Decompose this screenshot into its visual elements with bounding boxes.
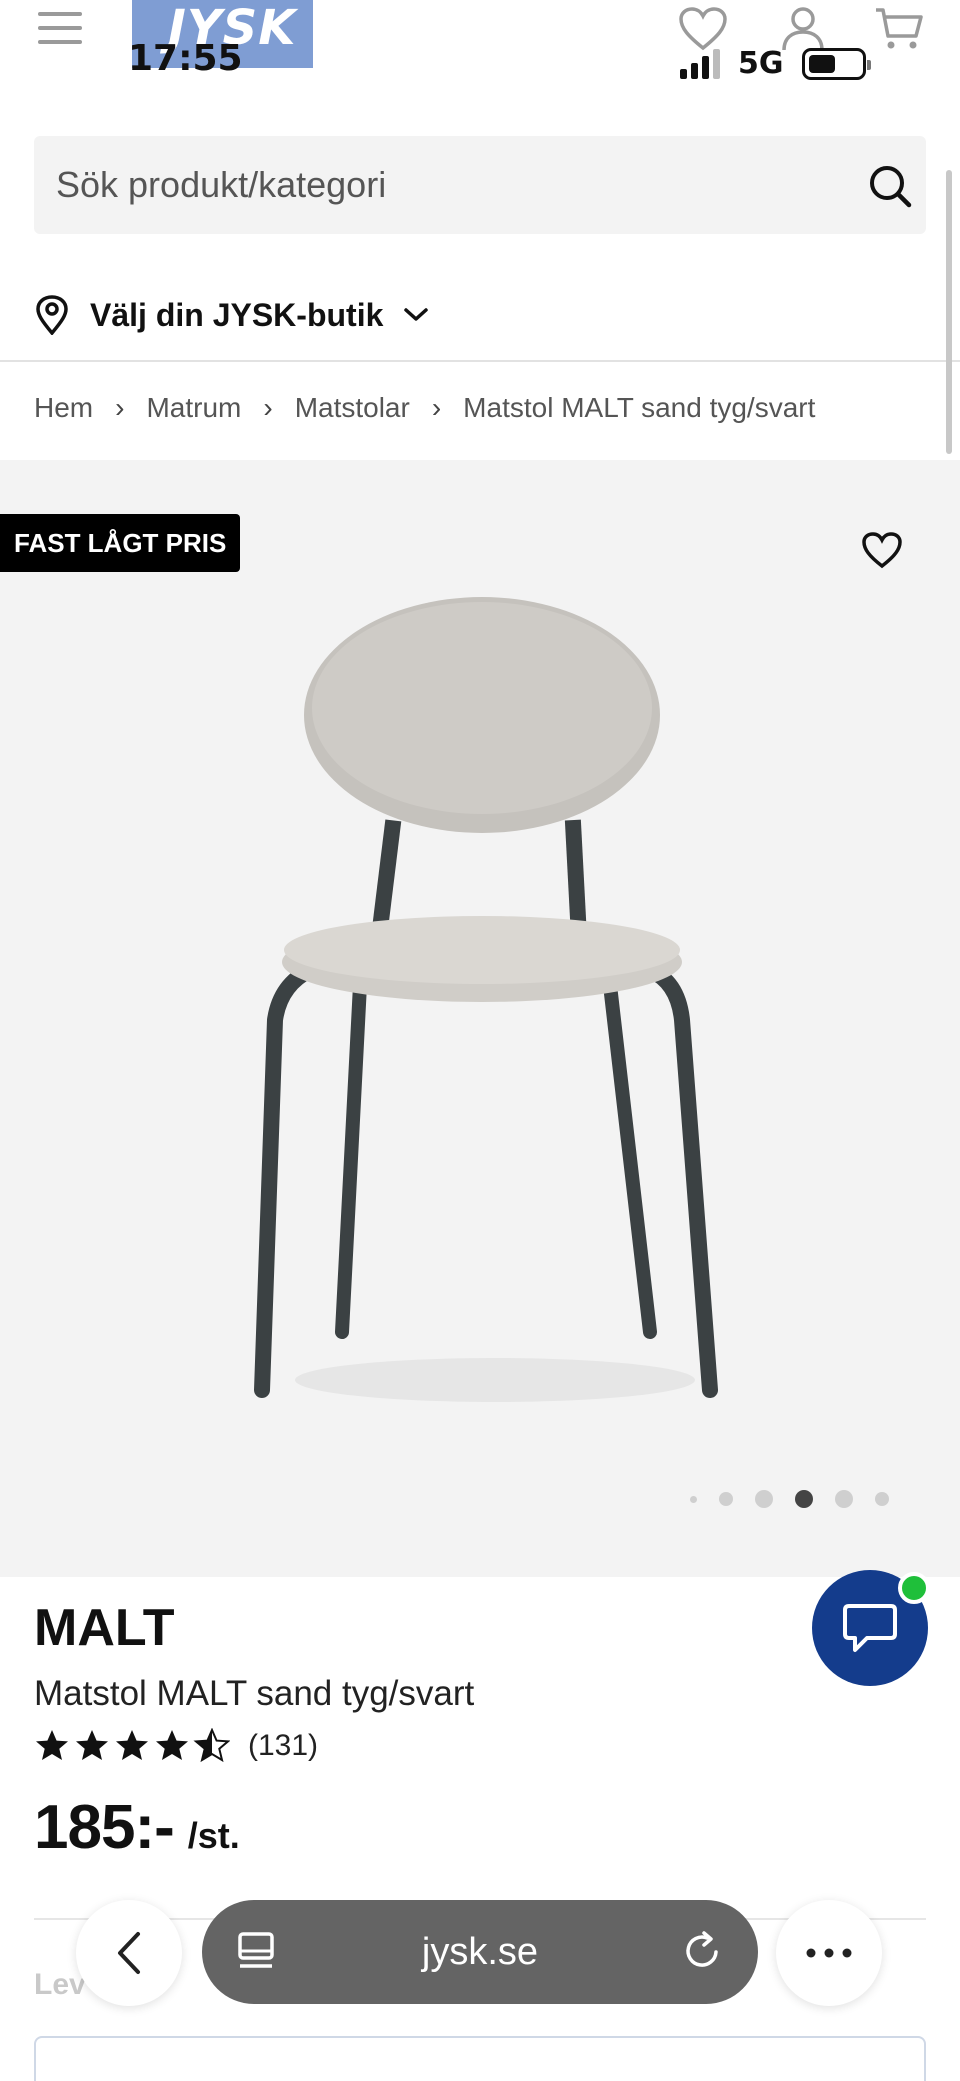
online-status-dot [898, 1572, 930, 1604]
header-divider [0, 360, 960, 362]
pagination-dot[interactable] [690, 1495, 697, 1503]
pagination-dot[interactable] [719, 1492, 733, 1506]
image-pagination[interactable] [690, 1490, 889, 1508]
status-indicators: 5G [680, 46, 871, 81]
breadcrumb-separator: › [115, 392, 125, 423]
search-bar [34, 136, 926, 234]
breadcrumb-item-current: Matstol MALT sand tyg/svart [463, 392, 816, 423]
search-icon[interactable] [868, 164, 912, 208]
chevron-down-icon [404, 308, 429, 321]
breadcrumb-item-matstolar[interactable]: Matstolar [295, 392, 410, 424]
more-dots-icon [806, 1948, 852, 1958]
cart-icon[interactable] [874, 6, 924, 52]
search-input[interactable] [56, 136, 836, 234]
browser-more-button[interactable] [776, 1900, 882, 2006]
favorite-heart-icon[interactable] [860, 530, 904, 570]
product-price: 185:- /st. [34, 1792, 240, 1863]
location-pin-icon [36, 295, 68, 335]
rating-count[interactable]: (131) [248, 1729, 318, 1763]
breadcrumb-separator: › [431, 392, 442, 423]
product-brand: MALT [34, 1599, 175, 1657]
network-type: 5G [738, 46, 784, 81]
price-amount: 185:- [34, 1793, 175, 1862]
breadcrumb-separator: › [263, 392, 273, 423]
pagination-dot[interactable] [835, 1490, 853, 1508]
url-text[interactable]: jysk.se [202, 1931, 758, 1974]
breadcrumb-item-matrum[interactable]: Matrum [146, 392, 241, 424]
battery-icon [801, 47, 871, 80]
product-name: Matstol MALT sand tyg/svart [34, 1674, 475, 1713]
pagination-dot[interactable] [875, 1492, 889, 1506]
signal-strength-icon [680, 48, 720, 79]
breadcrumb-item-hem[interactable]: Hem [34, 392, 93, 424]
browser-url-bar[interactable]: jysk.se [202, 1900, 758, 2004]
chat-bubble-icon [843, 1604, 897, 1652]
chat-button[interactable] [812, 1570, 930, 1686]
pagination-dot-active[interactable] [795, 1490, 813, 1508]
breadcrumb: Hem › Matrum › Matstolar › Matstol MALT … [34, 392, 815, 424]
pagination-dot[interactable] [755, 1490, 773, 1508]
product-image-chair [254, 597, 718, 1402]
site-header: JYSK 17:55 5G [0, 0, 960, 120]
rating-stars-icon [36, 1729, 229, 1761]
status-time: 17:55 [128, 38, 243, 79]
product-rating[interactable]: (131) [34, 1728, 318, 1764]
delivery-option-box[interactable] [34, 2036, 926, 2081]
store-picker[interactable]: Välj din JYSK-butik [34, 290, 429, 340]
price-unit: /st. [187, 1815, 240, 1856]
store-picker-label: Välj din JYSK-butik [90, 296, 384, 333]
reload-icon[interactable] [682, 1930, 724, 1972]
hamburger-menu-icon[interactable] [38, 12, 82, 46]
page-scrollbar[interactable] [946, 170, 952, 454]
browser-back-button[interactable] [76, 1900, 182, 2006]
product-image-gallery[interactable]: FAST LÅGT PRIS [0, 460, 960, 1577]
price-badge: FAST LÅGT PRIS [0, 514, 241, 572]
chevron-left-icon [118, 1932, 140, 1974]
